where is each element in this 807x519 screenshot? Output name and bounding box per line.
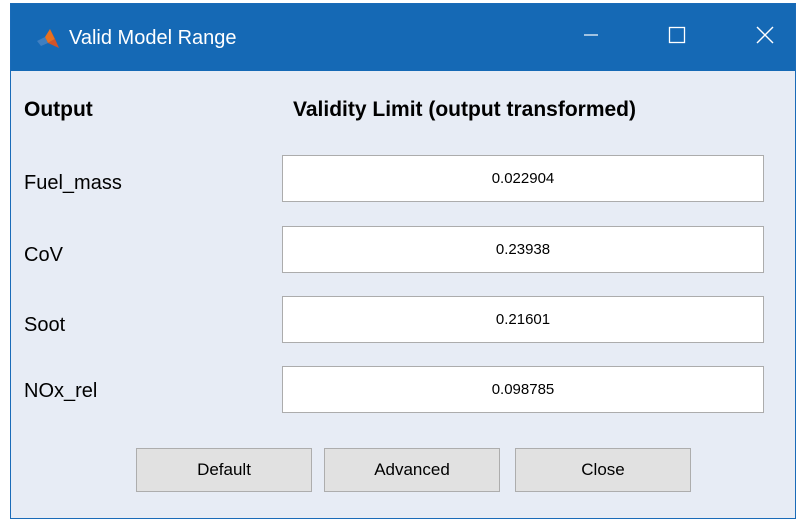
close-window-button[interactable]: [735, 4, 795, 71]
maximize-button[interactable]: [647, 4, 707, 71]
soot-limit-field[interactable]: [282, 296, 764, 343]
close-button[interactable]: Close: [515, 448, 691, 492]
window-title: Valid Model Range: [69, 27, 237, 49]
row-label-soot: Soot: [24, 314, 66, 336]
minimize-button[interactable]: [561, 4, 621, 71]
validity-limit-column-header: Validity Limit (output transformed): [293, 98, 637, 121]
default-button[interactable]: Default: [136, 448, 312, 492]
title-bar[interactable]: Valid Model Range: [11, 4, 795, 71]
maximize-icon: [668, 26, 686, 49]
cov-limit-field[interactable]: [282, 226, 764, 273]
row-label-cov: CoV: [24, 244, 63, 266]
valid-model-range-dialog: Valid Model Range Output Validity Limit …: [10, 3, 796, 519]
nox-rel-limit-field[interactable]: [282, 366, 764, 413]
matlab-icon: [36, 27, 60, 49]
minimize-icon: [583, 27, 599, 48]
close-icon: [756, 26, 774, 49]
row-label-fuel-mass: Fuel_mass: [24, 172, 122, 194]
fuel-mass-limit-field[interactable]: [282, 155, 764, 202]
row-label-nox-rel: NOx_rel: [24, 380, 98, 402]
advanced-button[interactable]: Advanced: [324, 448, 500, 492]
output-column-header: Output: [24, 98, 93, 121]
